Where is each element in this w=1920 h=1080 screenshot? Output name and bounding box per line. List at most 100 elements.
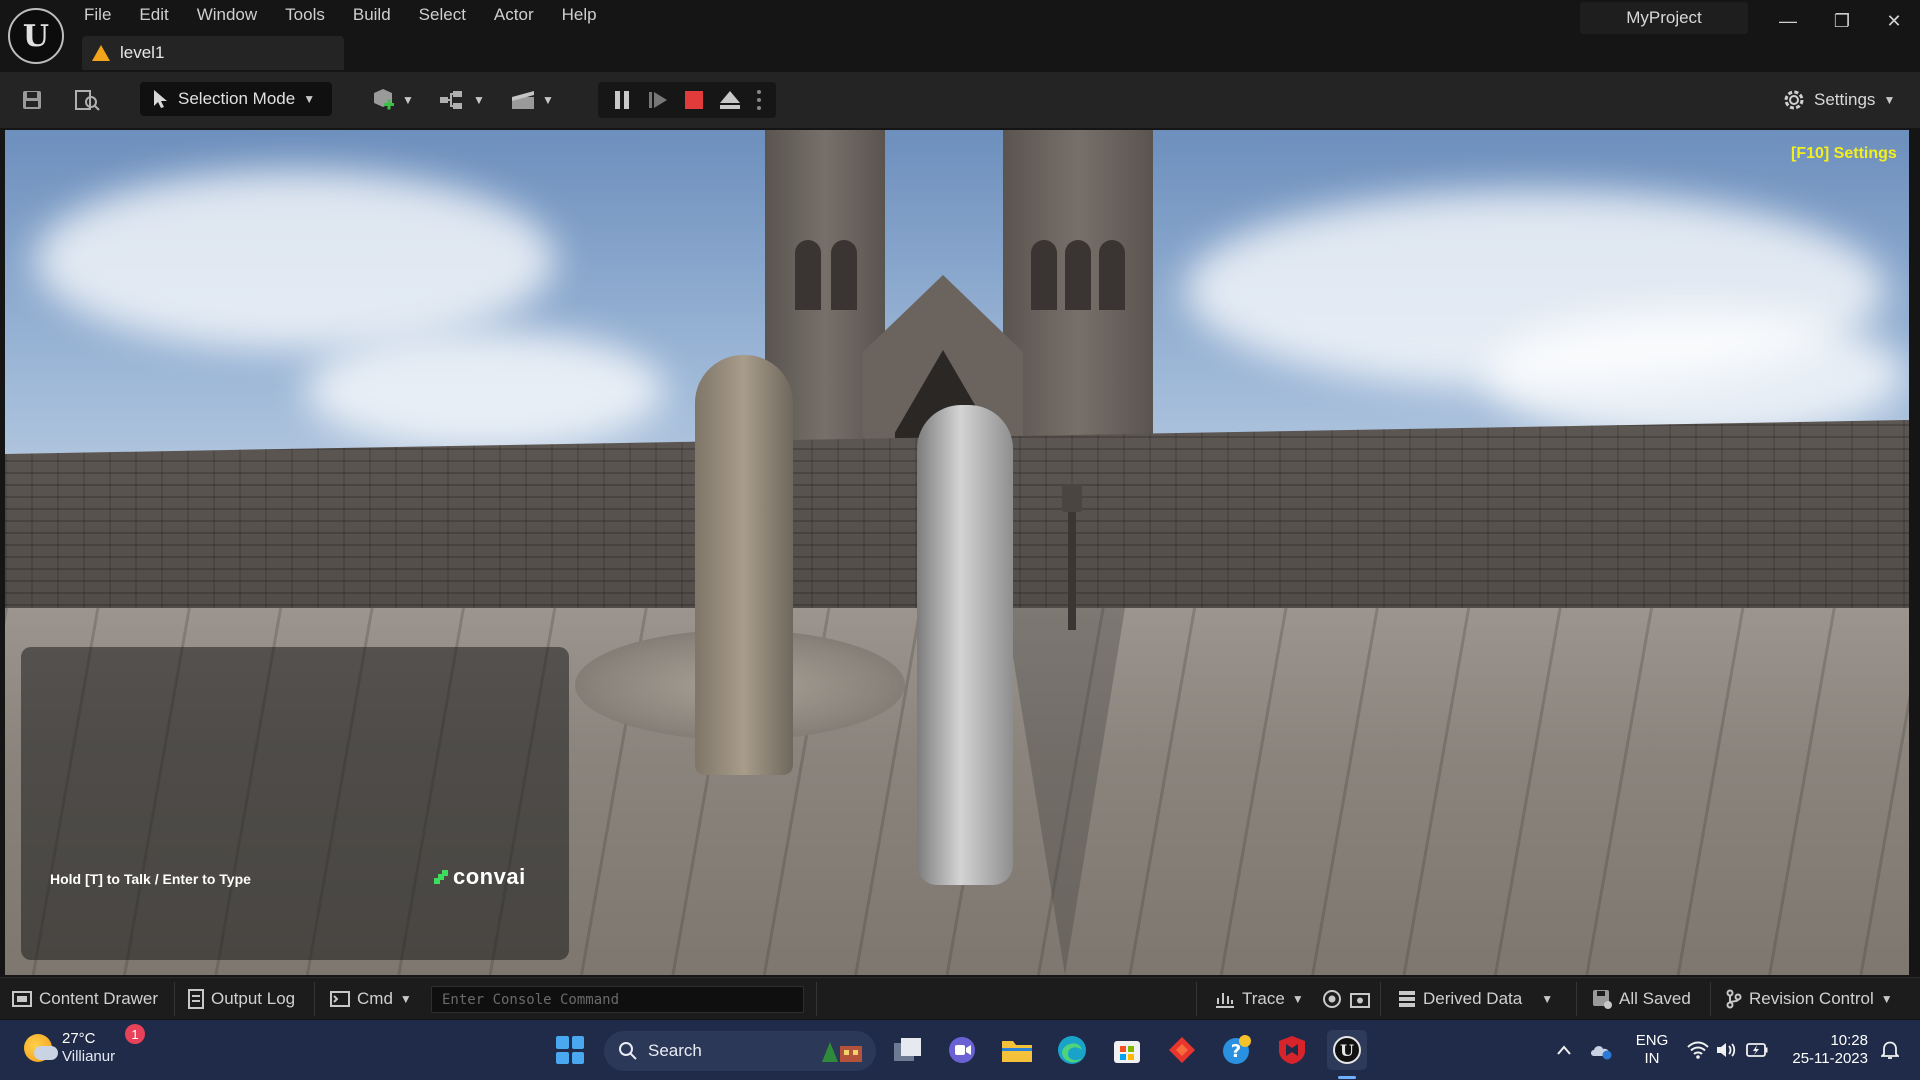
terminal-icon [330,991,350,1007]
content-drawer-button[interactable]: Content Drawer [12,978,158,1020]
menu-window[interactable]: Window [197,4,271,28]
wifi-button[interactable] [1684,1020,1712,1080]
cmd-label: Cmd [357,989,393,1008]
teams-button[interactable] [942,1030,982,1070]
hooded-statue [695,355,793,775]
revision-control-icon [1726,989,1742,1009]
sky-cloud [1485,310,1905,440]
output-log-label: Output Log [211,989,296,1008]
menu-file[interactable]: File [84,4,125,28]
volume-button[interactable] [1714,1020,1740,1080]
notifications-button[interactable] [1876,1020,1904,1080]
microsoft-store-button[interactable] [1107,1030,1147,1070]
divider [1380,982,1381,1016]
weather-temperature: 27°C [62,1030,96,1047]
pause-icon [615,91,629,109]
cinematics-button[interactable]: ▼ [508,82,556,118]
help-app-icon: ? [1223,1035,1251,1064]
active-app-indicator [1338,1076,1356,1079]
blueprint-icon [440,91,463,109]
browse-icon [75,90,100,111]
trace-label: Trace [1242,989,1285,1008]
blueprint-button[interactable]: ▼ [438,82,486,118]
level-viewport[interactable]: [F10] Settings Hold [T] to Talk / Enter … [5,130,1909,975]
trace-dropdown[interactable]: Trace ▼ [1215,978,1304,1020]
street-lamp [1062,484,1082,630]
file-explorer-button[interactable] [997,1030,1037,1070]
task-view-button[interactable] [888,1030,928,1070]
screenshot-button[interactable] [1350,978,1370,1020]
convai-chat-panel[interactable]: Hold [T] to Talk / Enter to Type convai [21,647,569,960]
derived-data-dropdown[interactable]: Derived Data ▼ [1398,978,1553,1020]
revision-control-dropdown[interactable]: Revision Control ▼ [1726,978,1893,1020]
selection-mode-label: Selection Mode [178,89,296,108]
revision-control-label: Revision Control [1749,989,1874,1008]
skip-frame-button[interactable] [642,84,674,116]
restore-button[interactable]: ❐ [1822,8,1862,34]
chevron-down-icon: ▼ [542,93,554,107]
tower-window [1065,240,1091,310]
record-button[interactable] [1322,978,1342,1020]
menu-select[interactable]: Select [419,4,480,28]
content-drawer-icon [12,991,32,1007]
system-clock[interactable]: 10:28 25-11-2023 [1772,1032,1868,1068]
helper-app-button[interactable]: ? [1217,1030,1257,1070]
anydesk-button[interactable] [1162,1030,1202,1070]
settings-icon [1784,90,1804,110]
unreal-logo-icon[interactable]: U [8,8,64,64]
stop-button[interactable] [678,84,710,116]
start-button[interactable] [550,1030,590,1070]
chevron-down-icon: ▼ [1291,992,1304,1006]
save-button[interactable] [16,82,48,118]
unreal-engine-taskbar-button[interactable]: U [1327,1030,1367,1070]
cinematics-icon [512,91,535,109]
all-saved-button[interactable]: All Saved [1592,978,1691,1020]
add-actor-icon [374,89,395,110]
weather-location: Villianur [62,1048,116,1065]
browse-button[interactable] [70,82,104,118]
settings-dropdown[interactable]: Settings ▼ [1782,84,1895,116]
output-log-button[interactable]: Output Log [188,978,295,1020]
skip-frame-icon [649,92,667,108]
battery-button[interactable] [1744,1020,1770,1080]
tower-window [831,240,857,310]
menu-tools[interactable]: Tools [285,4,339,28]
selection-mode-dropdown[interactable]: Selection Mode ▼ [140,82,332,116]
level-tab[interactable]: level1 [82,36,344,70]
console-command-input[interactable] [431,986,804,1013]
task-view-icon [894,1038,921,1061]
close-button[interactable]: ✕ [1874,8,1914,34]
chevron-down-icon: ▼ [1883,93,1896,107]
player-character [917,405,1013,885]
edge-button[interactable] [1052,1030,1092,1070]
chevron-down-icon: ▼ [473,93,485,107]
mcafee-button[interactable] [1272,1030,1312,1070]
more-options-button[interactable] [748,84,770,116]
level-warning-icon [92,45,110,61]
save-status-icon [1593,990,1612,1009]
pause-button[interactable] [606,84,638,116]
show-hidden-icons-button[interactable] [1552,1020,1576,1080]
menu-build[interactable]: Build [353,4,405,28]
menu-edit[interactable]: Edit [139,4,182,28]
menu-actor[interactable]: Actor [494,4,548,28]
taskbar-search-box[interactable]: Search [604,1031,876,1071]
eject-icon [720,91,740,109]
menu-help[interactable]: Help [562,4,611,28]
all-saved-label: All Saved [1619,989,1691,1008]
divider [1576,982,1577,1016]
minimize-button[interactable]: — [1768,8,1808,34]
f10-settings-hint[interactable]: [F10] Settings [1791,145,1897,163]
add-actor-button[interactable]: ▼ [368,82,416,118]
cmd-dropdown[interactable]: Cmd ▼ [330,978,412,1020]
chevron-down-icon: ▼ [1880,992,1893,1006]
clock-date: 25-11-2023 [1792,1050,1868,1067]
eject-button[interactable] [714,84,746,116]
tower-window [1031,240,1057,310]
svg-text:U: U [1340,1041,1354,1060]
weather-widget[interactable]: 27°C Villianur [24,1030,115,1066]
chevron-up-icon [1557,1045,1571,1055]
onedrive-button[interactable] [1588,1020,1614,1080]
convai-logo-text: convai [453,864,526,889]
input-language[interactable]: ENG IN [1622,1032,1682,1068]
